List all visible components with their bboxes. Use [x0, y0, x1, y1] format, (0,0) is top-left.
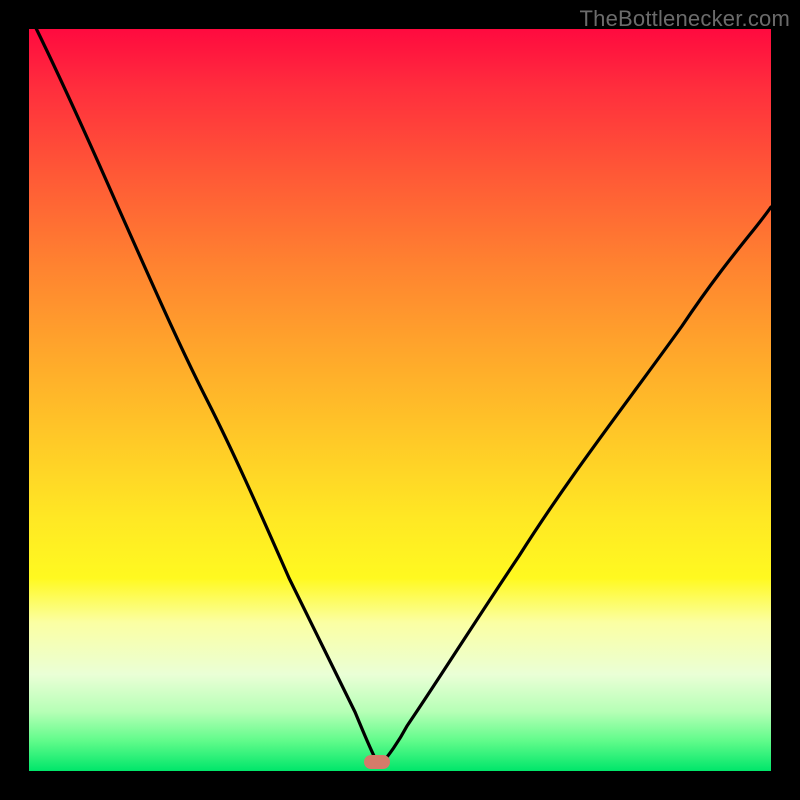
- bottleneck-curve: [29, 29, 771, 771]
- chart-frame: TheBottlenecker.com: [0, 0, 800, 800]
- minimum-marker: [364, 755, 390, 769]
- plot-area: [29, 29, 771, 771]
- watermark-label: TheBottlenecker.com: [580, 6, 790, 32]
